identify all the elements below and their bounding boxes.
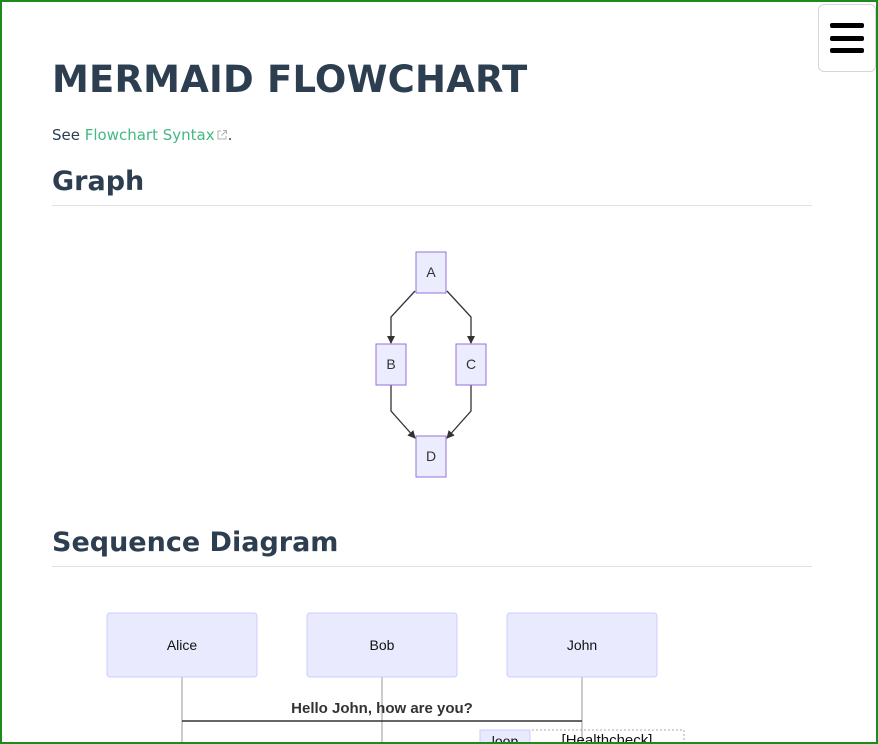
loop-label: loop bbox=[492, 733, 519, 742]
actor-bob-label: Bob bbox=[370, 637, 395, 653]
actor-bob: Bob bbox=[306, 612, 458, 678]
loop-condition: [Healthcheck] bbox=[562, 732, 653, 742]
message-label: Hello John, how are you? bbox=[291, 700, 473, 717]
actor-john-label: John bbox=[567, 637, 597, 653]
page-frame: MERMAID FLOWCHART See Flowchart Syntax. … bbox=[0, 0, 878, 744]
actor-john: John bbox=[506, 612, 658, 678]
loop-block: loop [Healthcheck] bbox=[479, 729, 685, 742]
sequence-diagram: Alice Bob John Hello John, how are you? … bbox=[106, 612, 685, 742]
actor-alice-label: Alice bbox=[167, 637, 198, 653]
actor-alice: Alice bbox=[106, 612, 258, 678]
